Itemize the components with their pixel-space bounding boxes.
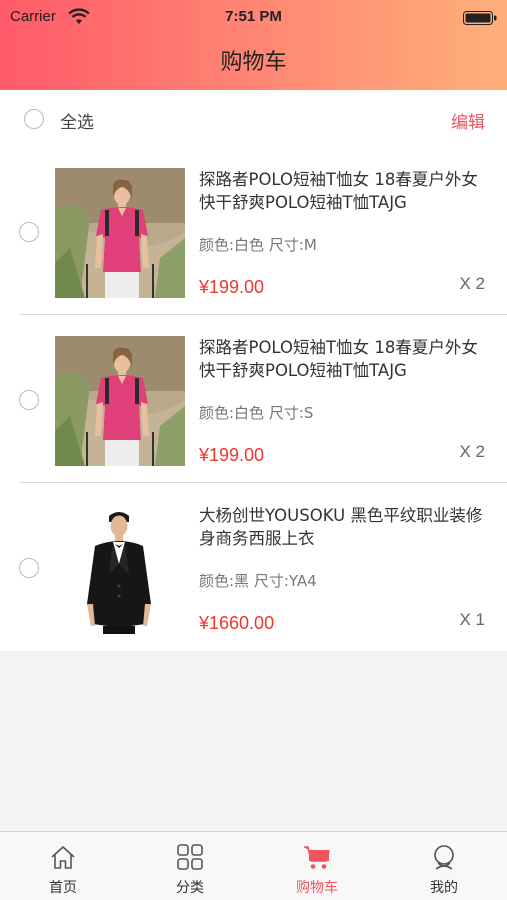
product-image[interactable] bbox=[55, 168, 185, 298]
cart-item[interactable]: 探路者POLO短袖T恤女 18春夏户外女快干舒爽POLO短袖T恤TAJG 颜色:… bbox=[0, 316, 507, 483]
product-price: ¥1660.00 bbox=[199, 613, 275, 633]
item-select-radio[interactable] bbox=[19, 390, 39, 410]
select-all-row: 全选 编辑 bbox=[0, 90, 507, 148]
tab-label: 我的 bbox=[430, 880, 458, 896]
tab-label: 首页 bbox=[49, 880, 77, 896]
product-image[interactable] bbox=[55, 504, 185, 634]
product-quantity: X 2 bbox=[459, 274, 485, 293]
product-name[interactable]: 探路者POLO短袖T恤女 18春夏户外女快干舒爽POLO短袖T恤TAJG bbox=[199, 336, 489, 382]
product-image[interactable] bbox=[55, 336, 185, 466]
tab-label: 购物车 bbox=[296, 880, 338, 896]
product-name[interactable]: 大杨创世YOUSOKU 黑色平纹职业装修身商务西服上衣 bbox=[199, 504, 489, 550]
pink-polo-woman-image bbox=[55, 336, 185, 466]
product-quantity: X 1 bbox=[459, 610, 485, 629]
product-name[interactable]: 探路者POLO短袖T恤女 18春夏户外女快干舒爽POLO短袖T恤TAJG bbox=[199, 168, 489, 214]
tab-home[interactable]: 首页 bbox=[0, 832, 126, 900]
status-time: 7:51 PM bbox=[225, 8, 282, 25]
select-all-label[interactable]: 全选 bbox=[60, 108, 94, 133]
tab-profile[interactable]: 我的 bbox=[381, 832, 507, 900]
tab-category[interactable]: 分类 bbox=[127, 832, 253, 900]
page-title: 购物车 bbox=[220, 50, 287, 75]
product-spec: 颜色:白色 尺寸:S bbox=[199, 404, 314, 422]
header: Carrier 7:51 PM 购物车 bbox=[0, 0, 507, 90]
product-spec: 颜色:白色 尺寸:M bbox=[199, 236, 317, 254]
edit-button[interactable]: 编辑 bbox=[451, 108, 485, 133]
select-all-radio[interactable] bbox=[24, 109, 44, 129]
pink-polo-woman-image bbox=[55, 168, 185, 298]
tab-label: 分类 bbox=[176, 880, 204, 896]
tab-cart[interactable]: 购物车 bbox=[254, 832, 380, 900]
battery-icon bbox=[463, 11, 497, 25]
cart-item[interactable]: 探路者POLO短袖T恤女 18春夏户外女快干舒爽POLO短袖T恤TAJG 颜色:… bbox=[0, 148, 507, 315]
user-icon bbox=[434, 845, 454, 870]
item-select-radio[interactable] bbox=[19, 222, 39, 242]
status-bar: Carrier 7:51 PM bbox=[0, 0, 507, 36]
black-suit-man-image bbox=[55, 504, 185, 634]
product-price: ¥199.00 bbox=[199, 445, 265, 465]
cart-item[interactable]: 大杨创世YOUSOKU 黑色平纹职业装修身商务西服上衣 颜色:黑 尺寸:YA4 … bbox=[0, 484, 507, 651]
category-grid-icon bbox=[177, 844, 203, 870]
product-quantity: X 2 bbox=[459, 442, 485, 461]
product-spec: 颜色:黑 尺寸:YA4 bbox=[199, 572, 317, 590]
item-select-radio[interactable] bbox=[19, 558, 39, 578]
tab-bar: 首页 分类 购物车 我的 bbox=[0, 831, 507, 900]
item-divider bbox=[20, 314, 507, 315]
item-divider bbox=[20, 482, 507, 483]
cart-icon bbox=[304, 846, 330, 869]
home-icon bbox=[51, 846, 75, 869]
cart-list: 探路者POLO短袖T恤女 18春夏户外女快干舒爽POLO短袖T恤TAJG 颜色:… bbox=[0, 148, 507, 651]
product-price: ¥199.00 bbox=[199, 277, 265, 297]
